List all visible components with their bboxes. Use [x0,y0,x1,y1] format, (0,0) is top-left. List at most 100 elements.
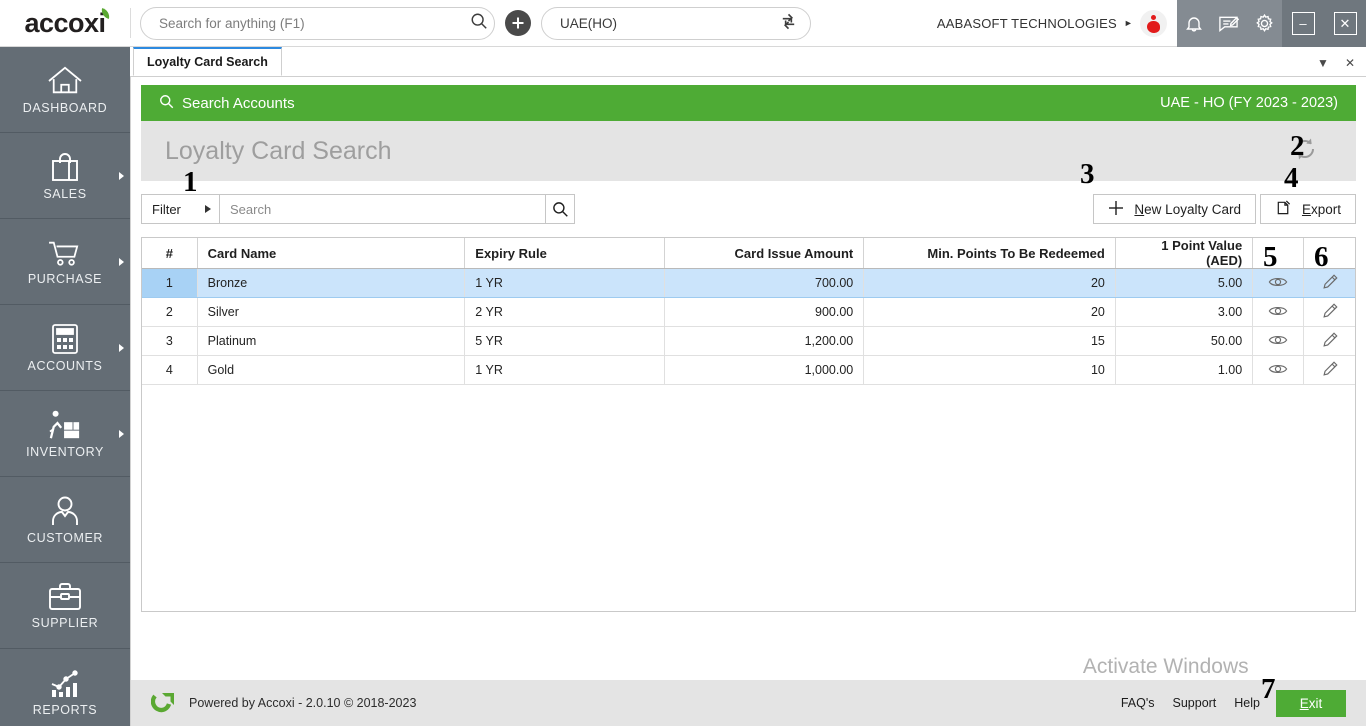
sidebar-item-accounts[interactable]: ACCOUNTS [0,305,130,391]
cell-index: 3 [142,326,198,356]
person-icon [52,496,78,525]
search-icon[interactable] [470,12,488,35]
sidebar-item-customer[interactable]: CUSTOMER [0,477,130,563]
cell-point-value: 1.00 [1115,355,1254,385]
sidebar-item-dashboard[interactable]: DASHBOARD [0,47,130,133]
minimize-button[interactable]: – [1291,11,1315,35]
add-new-button[interactable] [505,10,531,36]
cell-card-issue-amount: 700.00 [664,268,865,298]
column-header-edit [1303,238,1355,269]
support-link[interactable]: Support [1173,696,1217,710]
chevron-down-icon[interactable]: ▼ [1317,56,1329,70]
cell-card-issue-amount: 1,200.00 [664,326,865,356]
search-button[interactable] [545,195,574,223]
chevron-right-icon [119,343,124,352]
triangle-right-icon [205,205,211,213]
edit-button[interactable] [1321,273,1339,291]
warehouse-worker-icon [49,410,80,438]
cell-index: 2 [142,297,198,327]
filter-search-group: Filter [141,194,575,224]
sidebar-item-label: REPORTS [32,702,98,717]
table-header-row: # Card Name Expiry Rule Card Issue Amoun… [142,238,1355,269]
column-header-card-issue-amount: Card Issue Amount [664,238,865,269]
avatar-blob [1147,20,1160,33]
loyalty-card-table-container: # Card Name Expiry Rule Card Issue Amoun… [141,237,1356,612]
cell-view-action[interactable] [1252,297,1305,327]
edit-button[interactable] [1321,360,1339,378]
gear-icon[interactable] [1254,13,1275,34]
column-header-expiry-rule: Expiry Rule [464,238,665,269]
switch-branch-icon[interactable] [779,12,798,34]
chevron-right-icon [119,171,124,180]
system-icons [1177,0,1282,47]
bell-icon[interactable] [1184,13,1204,33]
close-tab-icon[interactable]: ✕ [1345,56,1355,70]
arrow-logo-icon [151,693,174,713]
refresh-icon [1296,138,1314,159]
tab-loyalty-card-search[interactable]: Loyalty Card Search [133,47,282,76]
cell-index: 1 [142,268,198,298]
cell-edit-action[interactable] [1303,326,1355,356]
shopping-cart-icon [49,241,79,266]
loyalty-card-table: # Card Name Expiry Rule Card Issue Amoun… [142,238,1355,385]
sidebar-item-inventory[interactable]: INVENTORY [0,391,130,477]
branch-name: UAE(HO) [560,15,617,31]
faqs-link[interactable]: FAQ's [1121,696,1155,710]
filter-dropdown[interactable]: Filter [142,195,220,223]
cell-view-action[interactable] [1252,355,1305,385]
table-row[interactable]: 1 Bronze 1 YR 700.00 20 5.00 [142,268,1355,298]
exit-button[interactable]: Exit [1276,689,1346,717]
cell-edit-action[interactable] [1303,268,1355,298]
close-button[interactable]: ✕ [1333,11,1357,35]
table-row[interactable]: 2 Silver 2 YR 900.00 20 3.00 [142,297,1355,327]
fiscal-year-label: UAE - HO (FY 2023 - 2023) [1160,95,1338,111]
search-input[interactable] [220,195,545,223]
page-title: Loyalty Card Search [165,136,392,165]
export-icon [1275,199,1292,219]
cell-view-action[interactable] [1252,326,1305,356]
view-button[interactable] [1268,333,1288,347]
table-header: # Card Name Expiry Rule Card Issue Amoun… [142,238,1355,269]
accoxi-footer-logo [151,690,177,716]
new-loyalty-card-button[interactable]: New Loyalty Card [1093,194,1256,224]
view-button[interactable] [1268,304,1288,318]
edit-button[interactable] [1321,302,1339,320]
cell-view-action[interactable] [1252,268,1305,298]
sidebar-item-supplier[interactable]: SUPPLIER [0,563,130,649]
avatar-dot [1151,14,1156,20]
pencil-icon [1323,331,1338,347]
sidebar-item-purchase[interactable]: PURCHASE [0,219,130,305]
accoxi-application-window: accoxi UAE(HO) [0,0,1366,726]
company-menu[interactable]: AABASOFT TECHNOLOGIES ► [937,9,1177,37]
branch-selector[interactable]: UAE(HO) [541,6,811,40]
green-bar-title: Search Accounts [182,94,295,112]
message-icon[interactable] [1218,13,1240,33]
view-button[interactable] [1268,275,1288,289]
cell-min-points: 10 [863,355,1116,385]
table-row[interactable]: 4 Gold 1 YR 1,000.00 10 1.00 [142,355,1355,385]
page-header: Loyalty Card Search [141,121,1356,181]
eye-icon [1268,335,1288,344]
column-header-point-value: 1 Point Value (AED) [1115,238,1254,269]
refresh-button[interactable] [1292,136,1332,167]
sidebar-item-reports[interactable]: REPORTS [0,649,130,726]
edit-button[interactable] [1321,331,1339,349]
search-accounts-title-group: Search Accounts [159,94,295,113]
table-row[interactable]: 3 Platinum 5 YR 1,200.00 15 50.00 [142,326,1355,356]
global-search[interactable] [140,6,495,40]
avatar[interactable] [1140,9,1167,37]
column-header-min-points: Min. Points To Be Redeemed [863,238,1116,269]
powered-by-text: Powered by Accoxi - 2.0.10 © 2018-2023 [189,696,417,710]
eye-icon [1268,277,1288,286]
cell-edit-action[interactable] [1303,355,1355,385]
help-link[interactable]: Help [1234,696,1260,710]
page-export-icon [1277,200,1291,215]
footer-links: FAQ's Support Help [1121,696,1260,710]
cell-edit-action[interactable] [1303,297,1355,327]
sidebar-item-sales[interactable]: SALES [0,133,130,219]
export-button[interactable]: Export [1259,194,1356,224]
global-search-input[interactable] [159,15,470,31]
view-button[interactable] [1268,362,1288,376]
chevron-right-icon [119,429,124,438]
cell-card-name: Bronze [197,268,466,298]
